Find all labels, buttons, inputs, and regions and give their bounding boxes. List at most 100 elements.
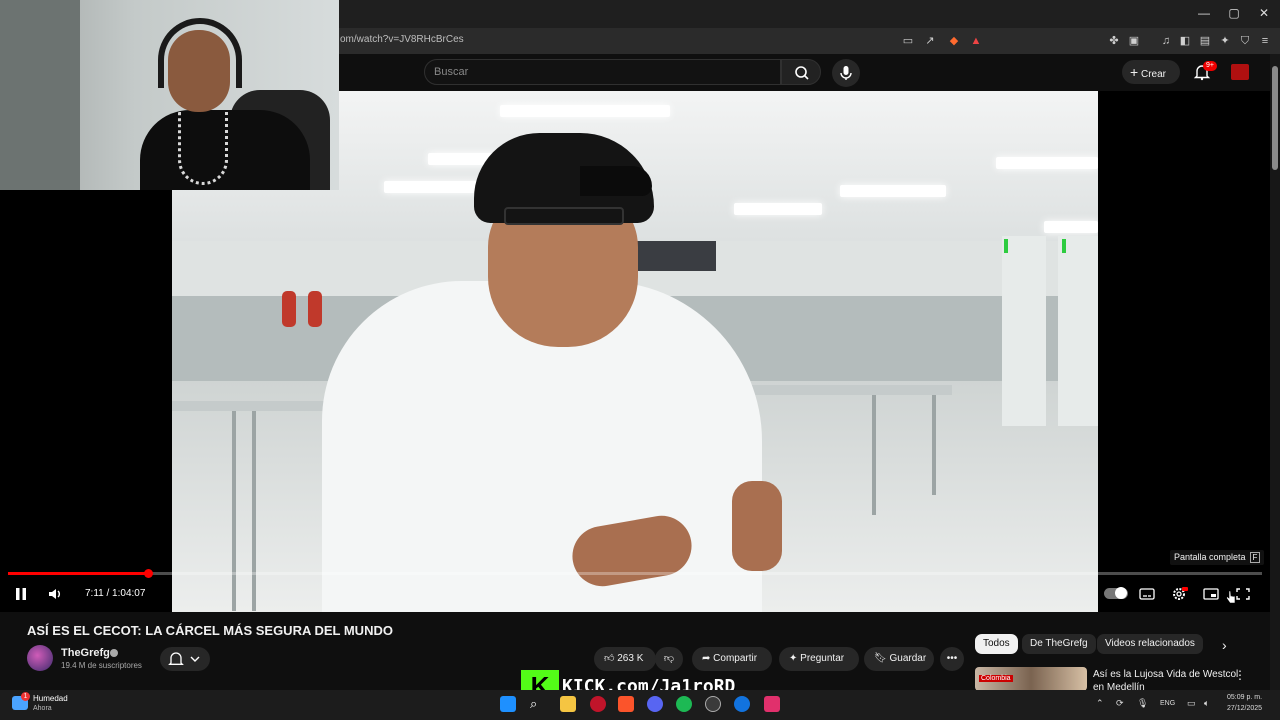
- sync-icon[interactable]: ⟳: [1116, 698, 1124, 709]
- wallet-icon[interactable]: ▣: [1126, 33, 1142, 49]
- discord-icon[interactable]: [647, 696, 663, 712]
- headset: [158, 18, 242, 88]
- sparkle-icon: ✦: [789, 653, 798, 664]
- voice-search-button[interactable]: [832, 59, 860, 87]
- ceiling-light: [384, 181, 484, 193]
- time-display: 7:11 / 1:04:07: [85, 588, 146, 599]
- microphone-icon: [840, 66, 852, 80]
- chip-related[interactable]: Videos relacionados: [1097, 634, 1203, 654]
- ceiling-light: [996, 157, 1098, 169]
- vpn-icon[interactable]: ⛉: [1237, 33, 1253, 49]
- share-page-icon[interactable]: ↗: [922, 33, 938, 49]
- start-icon[interactable]: [500, 696, 516, 712]
- presenter-hand: [732, 481, 782, 571]
- share-label: Compartir: [713, 653, 758, 664]
- subtitles-button[interactable]: [1138, 586, 1156, 602]
- progress-track[interactable]: [8, 572, 1262, 575]
- chain-necklace: [178, 112, 228, 185]
- ceiling-light: [840, 185, 946, 197]
- search-button[interactable]: [781, 59, 821, 85]
- rec-tag: Colombia: [979, 675, 1013, 682]
- tiktok-icon[interactable]: [764, 696, 780, 712]
- chevron-right-icon[interactable]: ›: [1222, 637, 1227, 653]
- chip-all[interactable]: Todos: [975, 634, 1018, 654]
- subscribed-notification-button[interactable]: [160, 647, 210, 671]
- search-input[interactable]: [424, 59, 781, 85]
- bookmark-icon: 🔖︎: [874, 653, 887, 664]
- account-avatar[interactable]: [1231, 64, 1249, 80]
- leo-ai-icon[interactable]: ✦: [1217, 33, 1233, 49]
- file-explorer-icon[interactable]: [560, 696, 576, 712]
- settings-button[interactable]: [1170, 586, 1188, 602]
- gear-icon: [1173, 587, 1188, 600]
- music-icon[interactable]: ♫: [1158, 33, 1174, 49]
- bell-icon: [168, 652, 200, 665]
- language-indicator[interactable]: ENG: [1160, 700, 1175, 707]
- tooltip-key: F: [1249, 552, 1261, 563]
- app-icon-blue[interactable]: [734, 696, 750, 712]
- webcam-curtain: [0, 0, 80, 190]
- miniplayer-button[interactable]: [1202, 586, 1220, 602]
- windows-taskbar: [0, 690, 1280, 720]
- menu-icon[interactable]: ≡: [1257, 33, 1273, 49]
- url-text[interactable]: om/watch?v=JV8RHcBrCes: [340, 34, 464, 45]
- tray-chevron-icon[interactable]: ⌃: [1096, 698, 1104, 709]
- fullscreen-button[interactable]: [1234, 586, 1252, 602]
- extensions-icon[interactable]: ✤: [1106, 33, 1122, 49]
- create-button[interactable]: + Crear: [1122, 60, 1180, 84]
- thumbs-up-icon: 👍︎: [604, 653, 615, 664]
- hand-cursor-icon: [1226, 590, 1236, 604]
- create-label: Crear: [1140, 69, 1166, 80]
- sidebar-toggle-icon[interactable]: ◧: [1177, 33, 1193, 49]
- scrollbar-thumb[interactable]: [1272, 66, 1278, 170]
- spotify-icon[interactable]: [676, 696, 692, 712]
- like-button[interactable]: 👍︎ 263 K: [594, 647, 656, 671]
- brave-browser-icon[interactable]: [618, 696, 634, 712]
- network-icon[interactable]: ▭: [1187, 698, 1196, 709]
- channel-name[interactable]: TheGrefg: [61, 647, 110, 659]
- wallet-alt-icon[interactable]: ▤: [1197, 33, 1213, 49]
- channel-avatar[interactable]: [27, 645, 53, 671]
- weather-title[interactable]: Humedad: [33, 694, 68, 703]
- brave-rewards-icon[interactable]: ▲: [968, 33, 984, 49]
- save-label: Guardar: [889, 653, 927, 664]
- volume-button[interactable]: [47, 586, 65, 602]
- pause-button[interactable]: [12, 586, 30, 602]
- more-actions-button[interactable]: •••: [940, 647, 964, 671]
- presenter-glasses: [504, 207, 624, 225]
- cast-icon[interactable]: ▭: [900, 33, 916, 49]
- detector-light: [1062, 239, 1066, 253]
- streamer-webcam: [0, 0, 339, 190]
- ask-button[interactable]: ✦ Preguntar: [779, 647, 859, 671]
- autoplay-knob[interactable]: [1115, 587, 1127, 599]
- table-leg: [252, 411, 256, 611]
- dislike-button[interactable]: 👎︎: [655, 647, 683, 671]
- clock-time[interactable]: 05:09 p. m.: [1227, 694, 1262, 701]
- tray-mic-icon[interactable]: 🎙︎: [1137, 698, 1148, 709]
- weather-badge: 1: [21, 692, 30, 701]
- app-icon-red[interactable]: [590, 696, 606, 712]
- speaker-icon[interactable]: 🔈︎: [1204, 698, 1209, 709]
- recommended-title[interactable]: Así es la Lujosa Vida de Westcol en Mede…: [1093, 668, 1243, 690]
- minimize-button[interactable]: —: [1194, 6, 1214, 20]
- ceiling-light: [734, 203, 822, 215]
- notification-count-badge: 9+: [1203, 61, 1217, 71]
- metal-detector-frame: [1058, 236, 1098, 426]
- save-button[interactable]: 🔖︎ Guardar: [864, 647, 934, 671]
- brave-shield-icon[interactable]: ◆: [946, 33, 962, 49]
- table-leg: [232, 411, 236, 611]
- maximize-button[interactable]: ▢: [1224, 6, 1244, 20]
- fire-extinguisher: [282, 291, 296, 327]
- table-leg: [932, 395, 936, 495]
- close-window-button[interactable]: ✕: [1254, 6, 1274, 20]
- chip-from-channel[interactable]: De TheGrefg: [1022, 634, 1096, 654]
- search-placeholder[interactable]: Buscar: [434, 66, 468, 78]
- clock-date[interactable]: 27/12/2025: [1227, 705, 1262, 712]
- share-button[interactable]: ➦ Compartir: [692, 647, 772, 671]
- progress-scrubber[interactable]: [144, 569, 153, 578]
- recommended-thumbnail[interactable]: Colombia: [975, 667, 1087, 691]
- taskbar-search-icon[interactable]: ⌕: [530, 696, 546, 712]
- tooltip-label: Pantalla completa: [1174, 552, 1246, 562]
- obs-icon[interactable]: [705, 696, 721, 712]
- more-vertical-icon[interactable]: ⋮: [1234, 668, 1246, 682]
